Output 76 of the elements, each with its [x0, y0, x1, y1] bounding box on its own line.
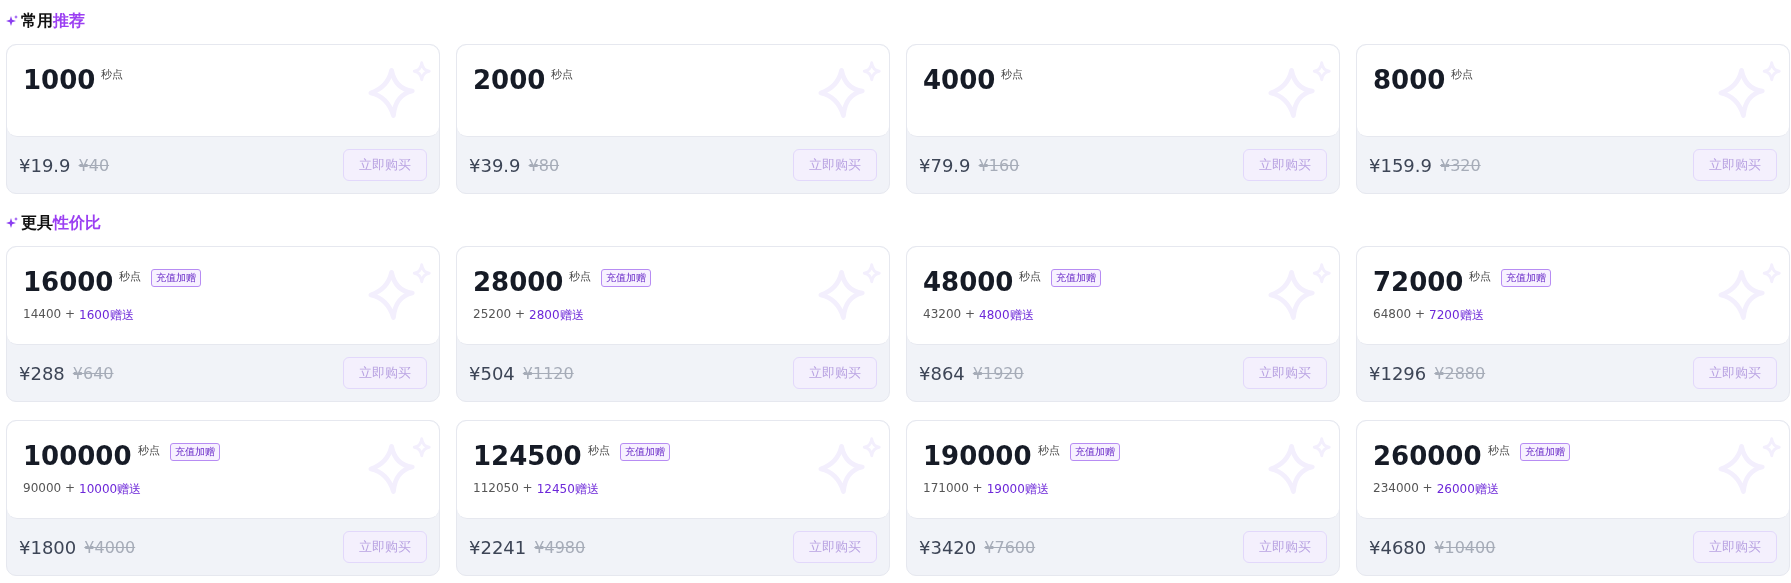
sparkle-icon — [6, 15, 18, 27]
original-price: ¥4980 — [534, 537, 586, 557]
points-amount: 100000 — [23, 443, 132, 469]
bonus-points: 4800赠送 — [979, 307, 1034, 324]
points-amount: 28000 — [473, 269, 564, 295]
points-unit: 秒点 — [587, 443, 610, 458]
points-unit: 秒点 — [137, 443, 160, 458]
points-amount: 4000 — [923, 67, 996, 93]
bonus-points: 7200赠送 — [1429, 307, 1484, 324]
bonus-points: 12450赠送 — [536, 481, 599, 498]
original-price: ¥7600 — [984, 537, 1036, 557]
bonus-badge: 充值加赠 — [1051, 269, 1102, 287]
original-price: ¥80 — [528, 155, 560, 175]
points-amount: 16000 — [23, 269, 114, 295]
base-points: 234000 + — [1373, 481, 1433, 497]
points-amount: 72000 — [1373, 269, 1464, 295]
original-price: ¥320 — [1440, 155, 1481, 175]
points-unit: 秒点 — [101, 67, 124, 82]
bonus-points: 2800赠送 — [529, 307, 584, 324]
original-price: ¥640 — [72, 363, 114, 383]
price: ¥19.9 — [19, 154, 71, 176]
points-amount: 260000 — [1373, 443, 1482, 469]
points-unit: 秒点 — [1487, 443, 1510, 458]
points-amount: 48000 — [923, 269, 1014, 295]
base-points: 14400 + — [23, 307, 76, 323]
base-points: 25200 + — [473, 307, 526, 323]
bonus-badge: 充值加赠 — [151, 269, 202, 287]
points-unit: 秒点 — [1451, 67, 1474, 82]
points-amount: 1000 — [23, 67, 96, 93]
price: ¥1800 — [19, 536, 77, 558]
points-unit: 秒点 — [1037, 443, 1060, 458]
bonus-badge: 充值加赠 — [169, 443, 220, 461]
bonus-badge: 充值加赠 — [601, 269, 652, 287]
points-unit: 秒点 — [1019, 269, 1042, 284]
price: ¥864 — [919, 362, 965, 384]
price: ¥288 — [19, 362, 65, 384]
points-unit: 秒点 — [119, 269, 142, 284]
price: ¥79.9 — [919, 154, 971, 176]
bonus-points: 1600赠送 — [79, 307, 134, 324]
base-points: 171000 + — [923, 481, 983, 497]
original-price: ¥1920 — [972, 363, 1024, 383]
points-amount: 2000 — [473, 67, 546, 93]
bonus-badge: 充值加赠 — [1519, 443, 1570, 461]
price: ¥2241 — [469, 536, 527, 558]
original-price: ¥1120 — [522, 363, 574, 383]
price: ¥39.9 — [469, 154, 521, 176]
bonus-badge: 充值加赠 — [619, 443, 670, 461]
original-price: ¥4000 — [84, 537, 136, 557]
original-price: ¥10400 — [1434, 537, 1496, 557]
bonus-badge: 充值加赠 — [1501, 269, 1552, 287]
points-unit: 秒点 — [569, 269, 592, 284]
base-points: 43200 + — [923, 307, 976, 323]
sparkle-icon — [6, 217, 18, 229]
bonus-points: 10000赠送 — [79, 481, 142, 498]
price: ¥4680 — [1369, 536, 1427, 558]
base-points: 90000 + — [23, 481, 76, 497]
base-points: 64800 + — [1373, 307, 1426, 323]
bonus-points: 19000赠送 — [986, 481, 1049, 498]
price: ¥504 — [469, 362, 515, 384]
points-amount: 124500 — [473, 443, 582, 469]
original-price: ¥160 — [978, 155, 1020, 175]
base-points: 112050 + — [473, 481, 533, 497]
original-price: ¥2880 — [1434, 363, 1486, 383]
bonus-points: 26000赠送 — [1436, 481, 1499, 498]
points-unit: 秒点 — [1469, 269, 1492, 284]
points-amount: 190000 — [923, 443, 1032, 469]
price: ¥3420 — [919, 536, 977, 558]
bonus-badge: 充值加赠 — [1069, 443, 1120, 461]
points-amount: 8000 — [1373, 67, 1446, 93]
points-unit: 秒点 — [1001, 67, 1024, 82]
section-title: 更具性价比 — [21, 212, 101, 234]
price: ¥1296 — [1369, 362, 1427, 384]
original-price: ¥40 — [78, 155, 110, 175]
section-title: 常用推荐 — [21, 10, 85, 32]
points-unit: 秒点 — [551, 67, 574, 82]
price: ¥159.9 — [1369, 154, 1432, 176]
